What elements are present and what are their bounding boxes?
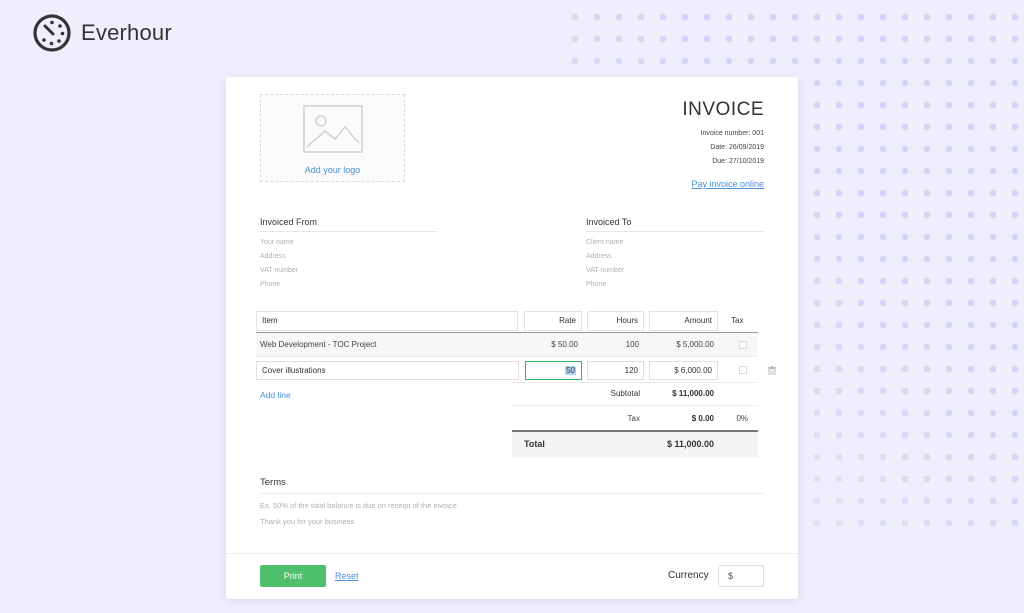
terms-text-line[interactable]: Ex. 50% of the total balance is due on r… xyxy=(260,501,459,510)
tax-label: Tax xyxy=(627,414,640,423)
terms-heading: Terms xyxy=(260,477,286,488)
to-client-name-field[interactable]: Client name xyxy=(586,239,764,246)
row2-hours-input[interactable]: 120 xyxy=(587,361,644,380)
tax-percent[interactable]: 0% xyxy=(721,414,748,423)
row2-rate-input[interactable]: 50 xyxy=(525,361,582,380)
terms-divider xyxy=(260,493,764,494)
currency-input[interactable]: $ xyxy=(718,565,764,587)
to-phone-field[interactable]: Phone xyxy=(586,281,764,288)
invoiced-to-section: Invoiced To Client name Address VAT numb… xyxy=(586,217,764,288)
invoiced-to-heading: Invoiced To xyxy=(586,217,764,232)
row1-rate[interactable]: $ 50.00 xyxy=(524,340,578,349)
invoice-title: INVOICE xyxy=(682,99,764,120)
terms-text-line[interactable]: Thank you for your business xyxy=(260,517,354,526)
summary-divider xyxy=(512,405,758,406)
invoice-due-date: Due: 27/10/2019 xyxy=(712,158,764,165)
row1-item[interactable]: Web Development - TOC Project xyxy=(260,340,377,349)
subtotal-label: Subtotal xyxy=(610,389,640,398)
invoice-card: Add your logo INVOICE Invoice number: 00… xyxy=(226,77,798,599)
summary-divider xyxy=(512,382,758,383)
row2-item-input[interactable]: Cover illustrations xyxy=(256,361,519,380)
header-tax: Tax xyxy=(731,316,744,325)
everhour-logo-icon xyxy=(33,14,71,52)
header-hours: Hours xyxy=(587,311,644,331)
subtotal-value: $ 11,000.00 xyxy=(672,389,714,398)
invoiced-from-heading: Invoiced From xyxy=(260,217,438,232)
print-button[interactable]: Print xyxy=(260,565,326,587)
from-name-field[interactable]: Your name xyxy=(260,239,438,246)
from-vat-field[interactable]: VAT number xyxy=(260,267,438,274)
total-value: $ 11,000.00 xyxy=(666,439,714,449)
from-address-field[interactable]: Address xyxy=(260,253,438,260)
from-phone-field[interactable]: Phone xyxy=(260,281,438,288)
to-address-field[interactable]: Address xyxy=(586,253,764,260)
footer-divider xyxy=(226,553,798,554)
trash-icon[interactable] xyxy=(768,366,776,375)
add-logo-link[interactable]: Add your logo xyxy=(261,165,404,175)
logo-upload-area[interactable]: Add your logo xyxy=(260,94,405,182)
pay-invoice-online-link[interactable]: Pay invoice online xyxy=(691,179,764,189)
row1-tax-checkbox[interactable] xyxy=(739,341,747,349)
tax-amount: $ 0.00 xyxy=(691,414,714,423)
header-amount: Amount xyxy=(649,311,718,331)
row2-rate-value: 50 xyxy=(565,366,576,375)
brand[interactable]: Everhour xyxy=(32,13,172,53)
invoice-number: Invoice number: 001 xyxy=(700,130,764,137)
row1-amount: $ 5,000.00 xyxy=(676,340,714,349)
brand-name: Everhour xyxy=(81,20,172,45)
image-placeholder-icon xyxy=(303,105,363,153)
total-label: Total xyxy=(524,439,545,449)
add-line-link[interactable]: Add line xyxy=(260,390,291,400)
row2-amount-field: $ 6,000.00 xyxy=(649,361,718,380)
header-rate: Rate xyxy=(524,311,582,331)
reset-link[interactable]: Reset xyxy=(335,571,359,581)
invoiced-from-section: Invoiced From Your name Address VAT numb… xyxy=(260,217,438,288)
header-item: Item xyxy=(256,311,518,331)
currency-label: Currency xyxy=(668,570,709,581)
row1-hours[interactable]: 100 xyxy=(587,340,639,349)
invoice-date: Date: 26/09/2019 xyxy=(710,144,764,151)
to-vat-field[interactable]: VAT number xyxy=(586,267,764,274)
row2-tax-checkbox[interactable] xyxy=(739,366,747,374)
